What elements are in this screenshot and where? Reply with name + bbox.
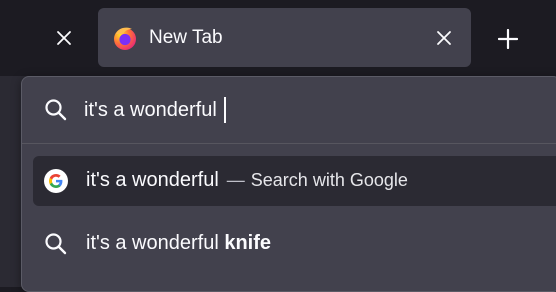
- suggestion-text: it's a wonderful knife: [86, 232, 271, 255]
- suggestion-action: Search with Google: [250, 170, 408, 190]
- plus-icon: [498, 29, 518, 49]
- suggestion-query: it's a wonderful: [86, 169, 219, 191]
- address-bar-dropdown: it's a wonderful it's a wonderful — Search…: [21, 76, 556, 292]
- firefox-icon: [114, 27, 136, 50]
- tab-new-tab[interactable]: New Tab: [98, 8, 471, 67]
- close-icon: [57, 31, 71, 45]
- suggestion-search-with-google[interactable]: it's a wonderful — Search with Google: [33, 156, 556, 206]
- suggestion-query: it's a wonderful: [86, 232, 219, 254]
- address-input[interactable]: it's a wonderful: [84, 95, 226, 125]
- divider: [22, 143, 556, 144]
- suggestion-completion: knife: [224, 232, 272, 254]
- close-previous-tab-button[interactable]: [50, 24, 78, 52]
- suggestion-history-search[interactable]: it's a wonderful knife: [33, 219, 556, 269]
- close-icon: [437, 31, 451, 45]
- text-caret: [223, 97, 226, 123]
- tab-title: New Tab: [149, 27, 223, 48]
- close-tab-button[interactable]: [430, 24, 458, 52]
- search-icon: [45, 99, 67, 121]
- suggestion-separator: —: [226, 170, 245, 190]
- suggestion-text: it's a wonderful — Search with Google: [86, 169, 408, 192]
- new-tab-button[interactable]: [492, 23, 524, 55]
- search-icon: [45, 233, 67, 255]
- address-input-value: it's a wonderful: [84, 98, 217, 121]
- google-icon: [44, 169, 68, 193]
- tab-strip: New Tab: [0, 0, 556, 76]
